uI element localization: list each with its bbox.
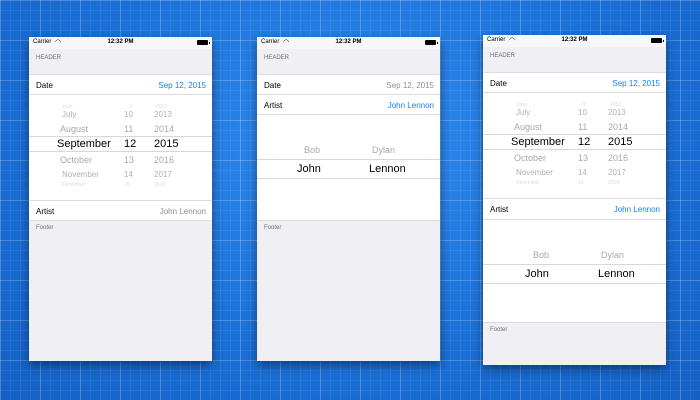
artist-value: John Lennon bbox=[159, 207, 206, 216]
artist-label: Artist bbox=[264, 101, 283, 110]
date-cell[interactable]: Date Sep 12, 2015 bbox=[257, 74, 440, 94]
month-option[interactable]: December bbox=[62, 182, 85, 188]
date-cell[interactable]: Date Sep 12, 2015 bbox=[483, 72, 666, 92]
year-option-selected[interactable]: 2015 bbox=[154, 138, 178, 150]
day-option[interactable]: 11 bbox=[578, 122, 587, 132]
first-name-option[interactable]: Bob bbox=[533, 250, 549, 260]
status-bar: Carrier ◠ 12:32 PM bbox=[29, 37, 212, 49]
month-option[interactable]: November bbox=[516, 168, 553, 177]
month-option[interactable]: October bbox=[514, 153, 546, 163]
last-name-option-selected[interactable]: Lennon bbox=[369, 163, 406, 175]
date-label: Date bbox=[490, 79, 507, 88]
day-option[interactable]: 13 bbox=[124, 155, 134, 165]
artist-cell[interactable]: Artist John Lennon bbox=[257, 94, 440, 114]
year-option[interactable]: 2016 bbox=[608, 153, 628, 163]
day-option-selected[interactable]: 12 bbox=[124, 138, 136, 150]
artist-value: John Lennon bbox=[387, 101, 434, 110]
phone-screen-both-pickers-expanded: Carrier ◠ 12:32 PM HEADER Date Sep 12, 2… bbox=[483, 35, 666, 365]
first-name-option-selected[interactable]: John bbox=[525, 268, 549, 280]
artist-label: Artist bbox=[36, 207, 55, 216]
day-option-selected[interactable]: 12 bbox=[578, 136, 590, 148]
date-value: Sep 12, 2015 bbox=[386, 81, 434, 90]
status-bar: Carrier ◠ 12:32 PM bbox=[483, 35, 666, 47]
year-option[interactable]: 2017 bbox=[608, 168, 626, 177]
year-option[interactable]: 2013 bbox=[608, 108, 626, 117]
phone-screen-artist-picker-expanded: Carrier ◠ 12:32 PM HEADER Date Sep 12, 2… bbox=[257, 37, 440, 361]
footer-label: Footer bbox=[490, 327, 508, 333]
date-label: Date bbox=[264, 81, 281, 90]
date-label: Date bbox=[36, 81, 53, 90]
day-option[interactable]: 10 bbox=[578, 108, 587, 117]
battery-icon bbox=[651, 38, 664, 43]
artist-cell[interactable]: Artist John Lennon bbox=[483, 198, 666, 219]
date-value: Sep 12, 2015 bbox=[612, 79, 660, 88]
year-option[interactable]: 2014 bbox=[608, 122, 628, 132]
artist-picker[interactable]: Bob Dylan John Lennon bbox=[483, 219, 666, 323]
month-option[interactable]: August bbox=[60, 124, 88, 134]
picker-selection-line bbox=[257, 159, 440, 160]
footer-label: Footer bbox=[264, 225, 282, 231]
day-option[interactable]: 13 bbox=[578, 153, 588, 163]
artist-label: Artist bbox=[490, 205, 509, 214]
day-option[interactable]: 15 bbox=[124, 182, 130, 188]
status-time: 12:32 PM bbox=[561, 37, 588, 43]
last-name-option[interactable]: Dylan bbox=[372, 145, 395, 155]
artist-picker[interactable]: Bob Dylan John Lennon bbox=[257, 114, 440, 221]
date-picker[interactable]: June July August September October Novem… bbox=[29, 94, 212, 200]
section-header: HEADER bbox=[264, 55, 290, 61]
month-option-selected[interactable]: September bbox=[57, 138, 111, 150]
footer-label: Footer bbox=[36, 225, 54, 231]
status-bar: Carrier ◠ 12:32 PM bbox=[257, 37, 440, 49]
date-cell[interactable]: Date Sep 12, 2015 bbox=[29, 74, 212, 94]
day-option[interactable]: 10 bbox=[124, 110, 133, 119]
month-option[interactable]: August bbox=[514, 122, 542, 132]
battery-icon bbox=[425, 40, 438, 45]
section-header: HEADER bbox=[36, 55, 62, 61]
picker-selection-line bbox=[483, 283, 666, 284]
month-option[interactable]: October bbox=[60, 155, 92, 165]
picker-selection-line bbox=[257, 178, 440, 179]
day-option[interactable]: 14 bbox=[124, 170, 133, 179]
artist-cell[interactable]: Artist John Lennon bbox=[29, 200, 212, 221]
date-picker[interactable]: June July August September October Novem… bbox=[483, 92, 666, 198]
picker-selection-line bbox=[483, 264, 666, 265]
year-option[interactable]: 2014 bbox=[154, 124, 174, 134]
status-time: 12:32 PM bbox=[107, 39, 134, 45]
date-value: Sep 12, 2015 bbox=[158, 81, 206, 90]
first-name-option-selected[interactable]: John bbox=[297, 163, 321, 175]
year-option[interactable]: 2013 bbox=[154, 110, 172, 119]
last-name-option[interactable]: Dylan bbox=[601, 250, 624, 260]
day-option[interactable]: 11 bbox=[124, 124, 133, 134]
month-option-selected[interactable]: September bbox=[511, 136, 565, 148]
phone-screen-date-picker-expanded: Carrier ◠ 12:32 PM HEADER Date Sep 12, 2… bbox=[29, 37, 212, 361]
year-option[interactable]: 2018 bbox=[608, 180, 619, 186]
battery-icon bbox=[197, 40, 210, 45]
year-option[interactable]: 2018 bbox=[154, 182, 165, 188]
month-option[interactable]: July bbox=[62, 110, 76, 119]
day-option[interactable]: 14 bbox=[578, 168, 587, 177]
artist-value: John Lennon bbox=[613, 205, 660, 214]
first-name-option[interactable]: Bob bbox=[304, 145, 320, 155]
year-option-selected[interactable]: 2015 bbox=[608, 136, 632, 148]
section-header: HEADER bbox=[490, 53, 516, 59]
year-option[interactable]: 2017 bbox=[154, 170, 172, 179]
last-name-option-selected[interactable]: Lennon bbox=[598, 268, 635, 280]
year-option[interactable]: 2016 bbox=[154, 155, 174, 165]
month-option[interactable]: December bbox=[516, 180, 539, 186]
status-time: 12:32 PM bbox=[335, 39, 362, 45]
month-option[interactable]: July bbox=[516, 108, 530, 117]
month-option[interactable]: November bbox=[62, 170, 99, 179]
day-option[interactable]: 15 bbox=[578, 180, 584, 186]
